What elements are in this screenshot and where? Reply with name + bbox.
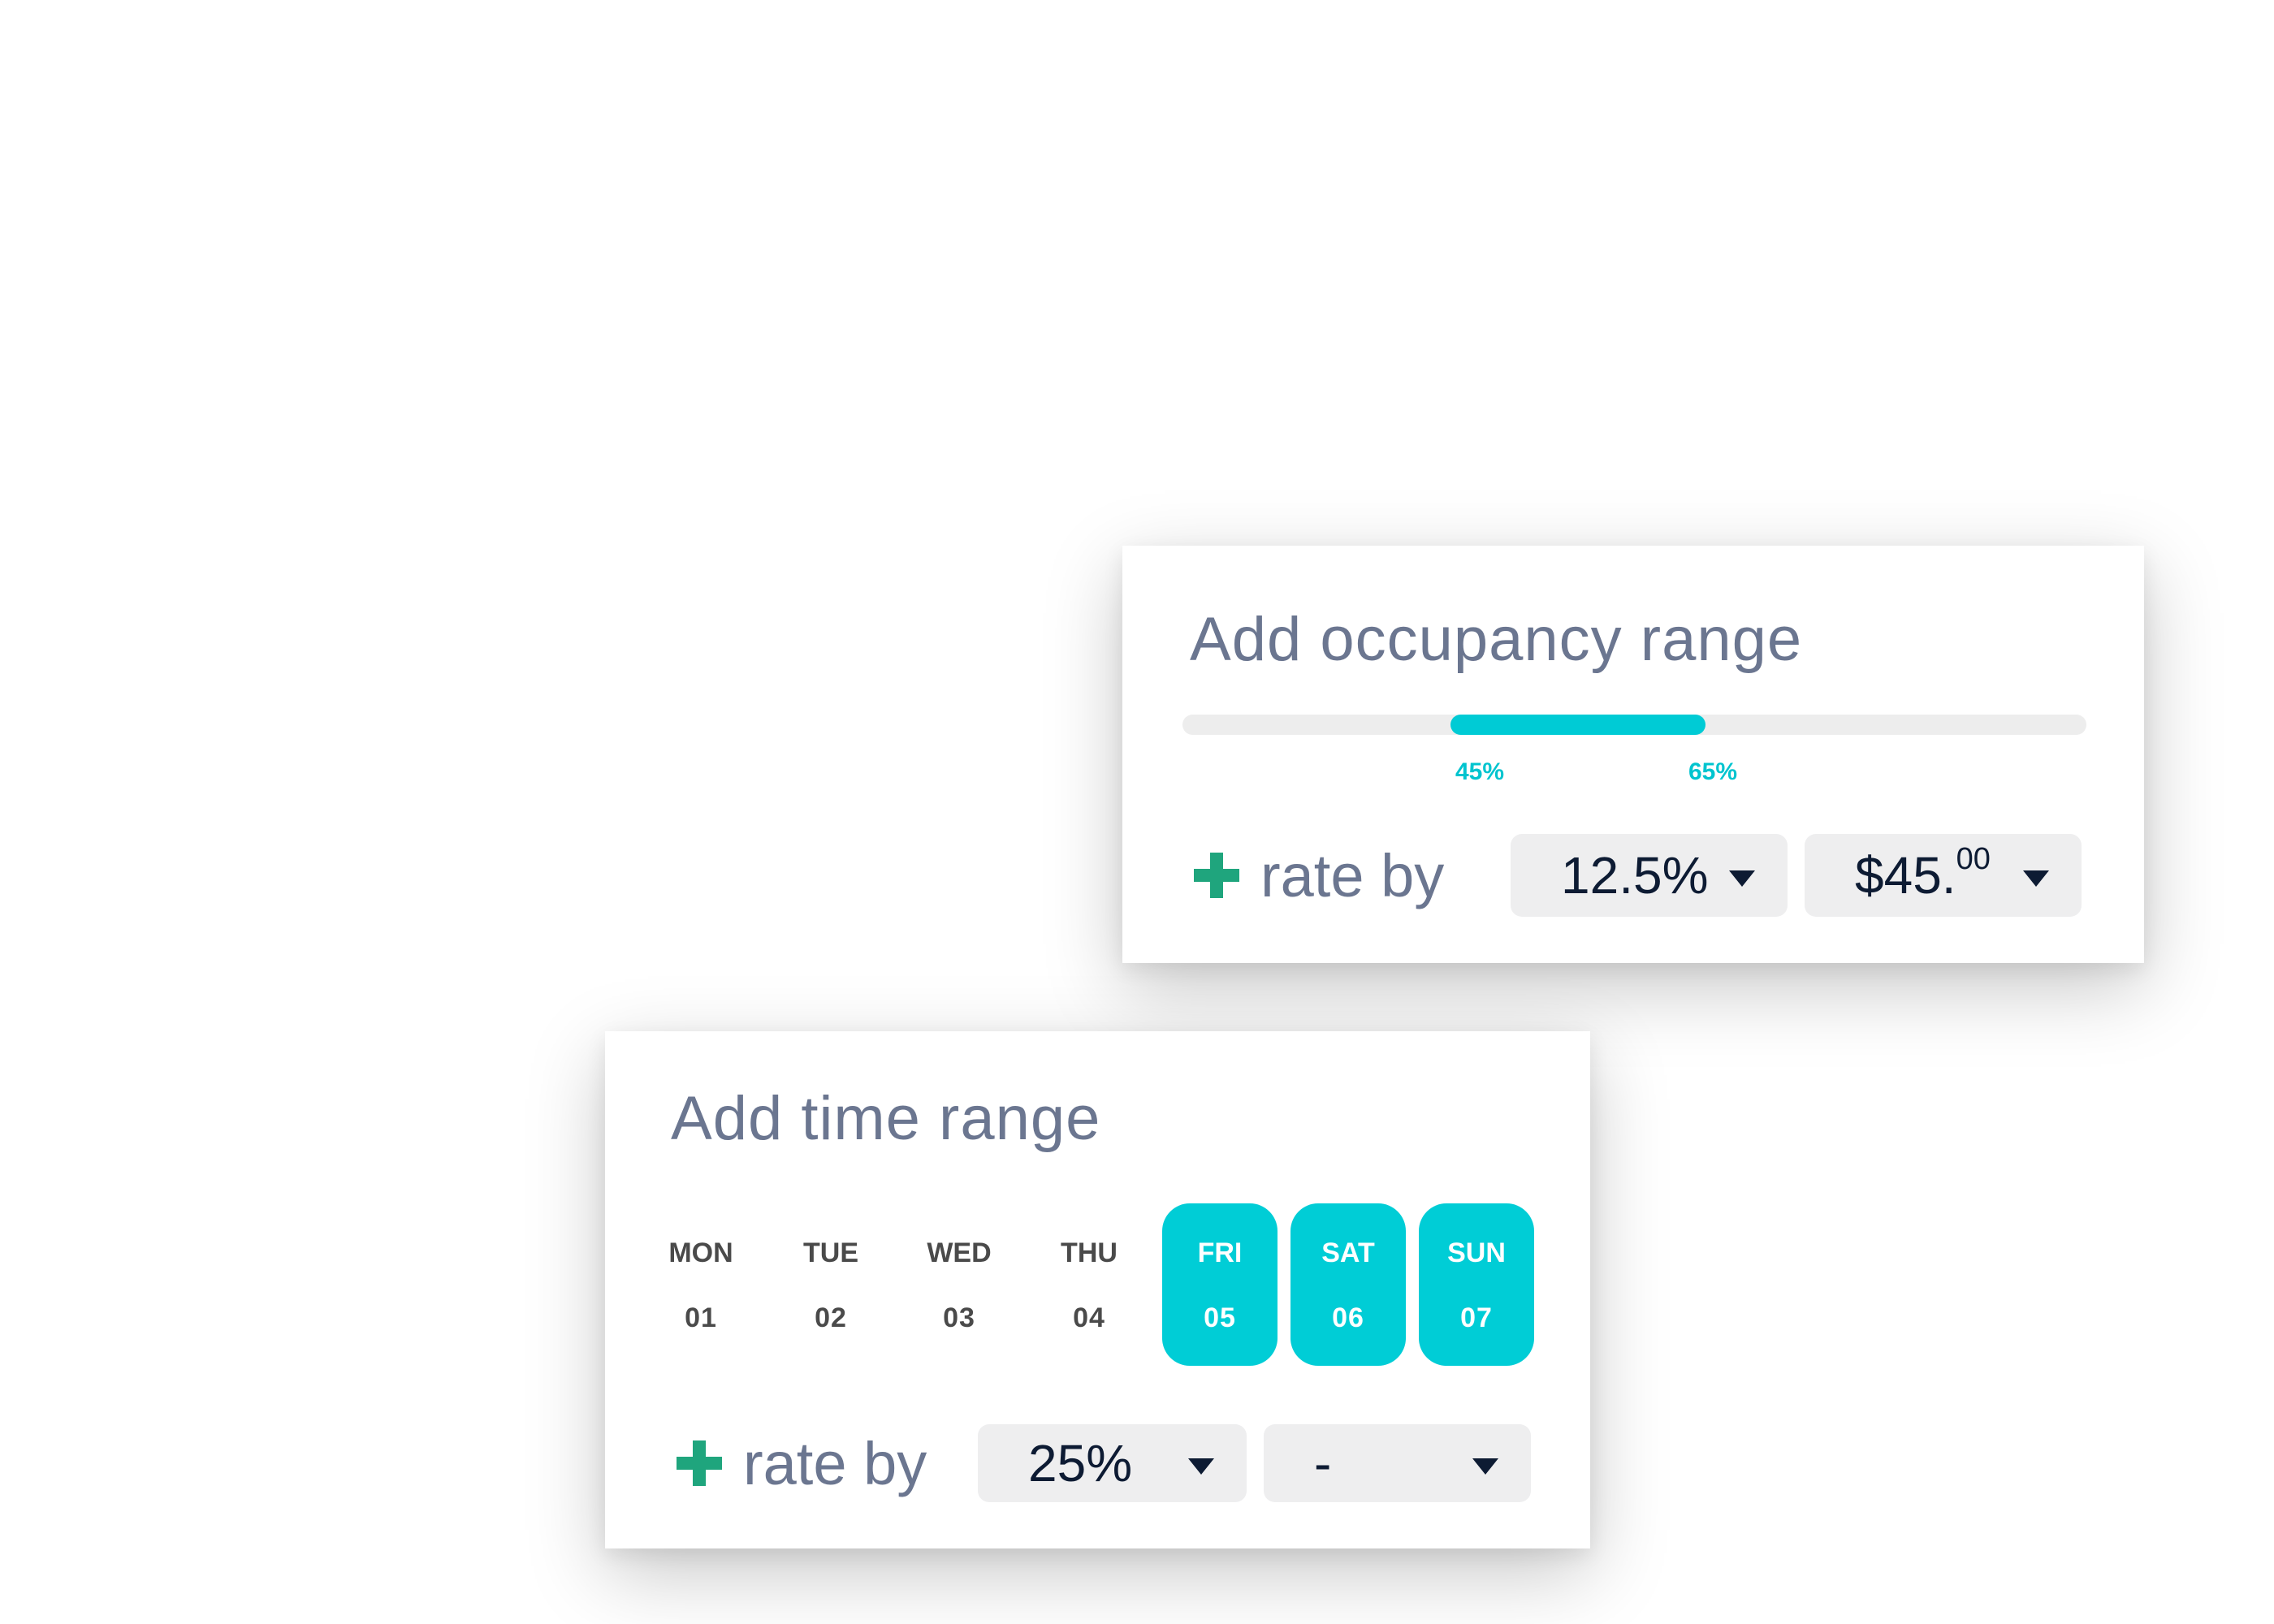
- time-rate-percent-dropdown[interactable]: 25%: [978, 1424, 1247, 1502]
- occupancy-range-fill[interactable]: [1450, 715, 1706, 735]
- rate-by-label: rate by: [1260, 841, 1445, 909]
- amount-cents: 00: [1956, 842, 1991, 876]
- day-name: SUN: [1447, 1237, 1506, 1268]
- time-card-title: Add time range: [671, 1084, 1101, 1153]
- day-number: 07: [1460, 1302, 1493, 1333]
- occupancy-high-label: 65%: [1688, 758, 1738, 785]
- occupancy-rate-row: rate by: [1194, 834, 1480, 917]
- occupancy-rate-percent-dropdown[interactable]: 12.5%: [1511, 834, 1788, 917]
- plus-icon[interactable]: [1194, 853, 1239, 898]
- day-name: THU: [1061, 1237, 1118, 1268]
- day-number: 01: [685, 1302, 717, 1333]
- occupancy-range-slider[interactable]: [1182, 715, 2086, 735]
- day-sat[interactable]: SAT 06: [1290, 1203, 1406, 1366]
- day-number: 05: [1204, 1302, 1236, 1333]
- plus-icon[interactable]: [677, 1440, 722, 1486]
- caret-down-icon: [1472, 1458, 1498, 1475]
- occupancy-rate-amount-dropdown[interactable]: $45.00: [1805, 834, 2082, 917]
- occupancy-card-title: Add occupancy range: [1190, 605, 1803, 674]
- rate-by-label: rate by: [743, 1429, 927, 1497]
- day-tue[interactable]: TUE 02: [773, 1203, 888, 1366]
- occupancy-range-card: Add occupancy range 45% 65% rate by 12.5…: [1122, 546, 2144, 963]
- day-number: 06: [1332, 1302, 1364, 1333]
- occupancy-low-label: 45%: [1455, 758, 1505, 785]
- time-range-card: Add time range MON 01 TUE 02 WED 03 THU 04 FRI 05…: [605, 1031, 1590, 1548]
- day-name: WED: [927, 1237, 992, 1268]
- caret-down-icon: [1729, 870, 1755, 887]
- day-wed[interactable]: WED 03: [901, 1203, 1017, 1366]
- amount-main: $45.: [1855, 846, 1956, 905]
- dropdown-value: 12.5%: [1561, 846, 1709, 905]
- day-number: 04: [1073, 1302, 1105, 1333]
- dropdown-value: $45.00: [1855, 842, 1991, 905]
- caret-down-icon: [2023, 870, 2049, 887]
- day-name: TUE: [803, 1237, 858, 1268]
- day-mon[interactable]: MON 01: [643, 1203, 759, 1366]
- day-thu[interactable]: THU 04: [1031, 1203, 1147, 1366]
- day-number: 02: [815, 1302, 847, 1333]
- dropdown-value: -: [1314, 1434, 1332, 1492]
- day-sun[interactable]: SUN 07: [1419, 1203, 1534, 1366]
- day-name: SAT: [1321, 1237, 1375, 1268]
- time-rate-row: rate by: [677, 1424, 962, 1502]
- day-name: MON: [668, 1237, 733, 1268]
- dropdown-value: 25%: [1028, 1434, 1133, 1492]
- day-fri[interactable]: FRI 05: [1162, 1203, 1278, 1366]
- caret-down-icon: [1188, 1458, 1214, 1475]
- day-number: 03: [943, 1302, 975, 1333]
- day-name: FRI: [1197, 1237, 1243, 1268]
- time-rate-amount-dropdown[interactable]: -: [1264, 1424, 1531, 1502]
